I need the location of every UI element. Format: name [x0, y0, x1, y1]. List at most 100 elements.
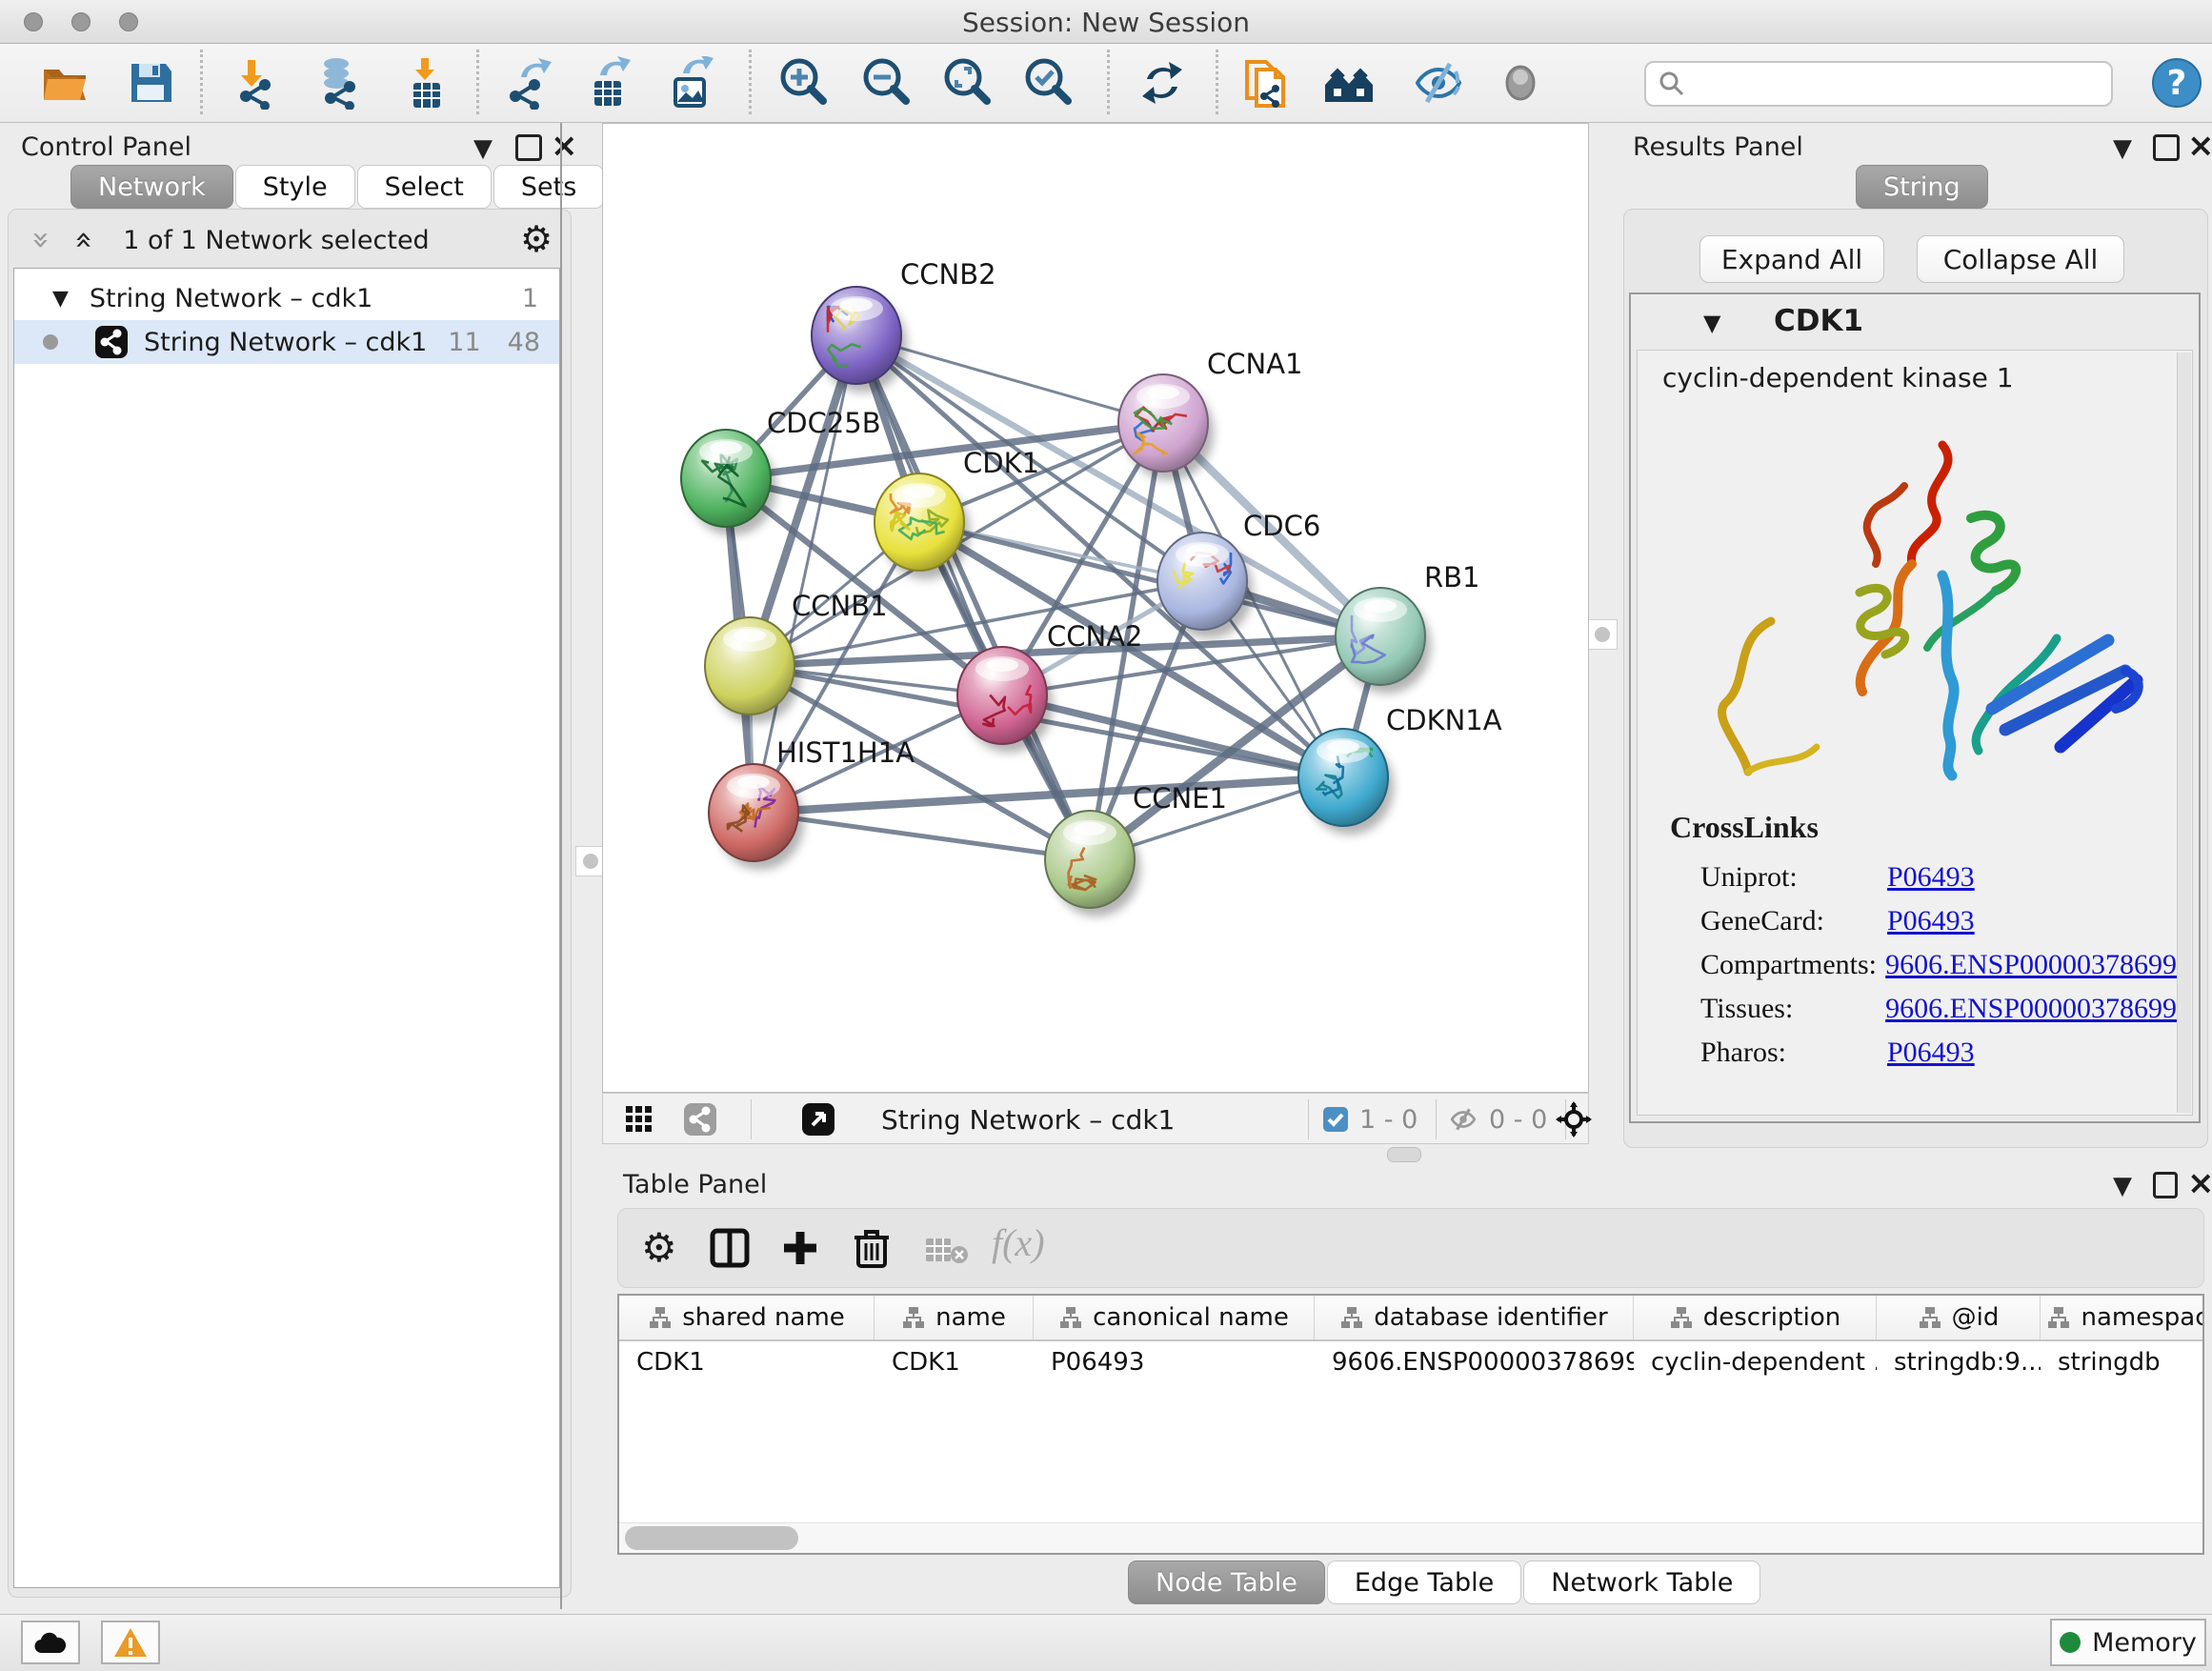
node-cdk1[interactable] [875, 473, 970, 579]
export-network-icon[interactable] [501, 53, 556, 112]
network-canvas[interactable]: CCNB2CCNA1CDC25BCDK1CDC6RB1CCNB1CCNA2CDK… [602, 123, 1589, 1093]
clear-table-icon[interactable] [925, 1236, 969, 1264]
table-row[interactable]: CDK1CDK1P064939606.ENSP00000378699cyclin… [619, 1341, 2202, 1383]
protein-structure-image [1657, 412, 2175, 793]
memory-button[interactable]: Memory [2050, 1619, 2206, 1666]
table-hscrollbar-thumb[interactable] [625, 1526, 798, 1550]
warning-button[interactable] [101, 1621, 160, 1664]
crosslink-value-link[interactable]: P06493 [1887, 905, 1975, 937]
tab-network-table[interactable]: Network Table [1523, 1560, 1760, 1604]
crosslink-value-link[interactable]: 9606.ENSP00000378699 [1885, 993, 2177, 1025]
selected-checkbox-icon[interactable] [1322, 1106, 1349, 1133]
column-header-description[interactable]: description [1634, 1296, 1877, 1339]
tab-select[interactable]: Select [357, 165, 492, 209]
column-header-name[interactable]: name [875, 1296, 1034, 1339]
column-header--id[interactable]: @id [1877, 1296, 2041, 1339]
node-ccna2[interactable] [957, 647, 1053, 753]
toolbar-divider [1107, 50, 1110, 114]
refresh-layout-icon[interactable] [1135, 53, 1190, 112]
table-panel-title: Table Panel [623, 1170, 767, 1199]
import-network-file-icon[interactable] [230, 53, 285, 112]
node-ccna1[interactable] [1118, 374, 1214, 480]
right-splitter-handle[interactable] [1587, 619, 1618, 650]
node-label: HIST1H1A [776, 736, 915, 769]
column-header-canonical-name[interactable]: canonical name [1034, 1296, 1315, 1339]
import-table-icon[interactable] [399, 53, 454, 112]
network-row[interactable]: String Network – cdk1 11 48 [14, 320, 559, 364]
gene-details: cyclin-dependent kinase 1 [1637, 350, 2193, 1116]
crosslink-label: Pharos: [1700, 1037, 1887, 1069]
zoom-out-icon[interactable] [858, 53, 914, 112]
node-ccnb1[interactable] [705, 617, 800, 723]
birdseye-view-icon[interactable] [801, 1102, 835, 1137]
tab-node-table[interactable]: Node Table [1128, 1560, 1325, 1604]
crosslink-value-link[interactable]: P06493 [1887, 1037, 1975, 1069]
cloud-button[interactable] [21, 1621, 80, 1664]
table-panel: Table Panel ▼ × ⚙ f(x) shared namenameca… [610, 1157, 2212, 1614]
grid-view-icon[interactable] [624, 1104, 654, 1135]
help-icon[interactable]: ? [2149, 53, 2204, 112]
expand-all-button[interactable]: Expand All [1699, 235, 1884, 283]
hide-selected-icon[interactable] [1411, 53, 1466, 112]
import-network-database-icon[interactable] [311, 53, 366, 112]
column-header-namespace[interactable]: namespace [2041, 1296, 2204, 1339]
collapse-all-button[interactable]: Collapse All [1917, 235, 2124, 283]
zoom-fit-icon[interactable] [939, 53, 995, 112]
table-settings-gear-icon[interactable]: ⚙ [641, 1224, 677, 1271]
add-column-icon[interactable] [780, 1228, 820, 1268]
search-field[interactable] [1644, 61, 2113, 107]
open-session-icon[interactable] [37, 53, 92, 112]
crosslink-value-link[interactable]: 9606.ENSP00000378699 [1885, 949, 2177, 981]
panel-menu-caret-icon[interactable]: ▼ [473, 136, 493, 161]
column-header-database-identifier[interactable]: database identifier [1315, 1296, 1634, 1339]
node-cdc25b[interactable] [681, 430, 776, 535]
float-panel-icon[interactable] [2153, 134, 2180, 161]
export-table-icon[interactable] [582, 53, 637, 112]
tab-network[interactable]: Network [70, 165, 233, 209]
node-ccnb2[interactable] [812, 287, 907, 393]
zoom-selected-icon[interactable] [1020, 53, 1076, 112]
clone-network-icon[interactable] [1238, 53, 1294, 112]
close-panel-icon[interactable]: × [2187, 1164, 2212, 1202]
results-panel-title: Results Panel [1633, 132, 1803, 162]
save-session-icon[interactable] [123, 53, 178, 112]
tab-string[interactable]: String [1856, 165, 1988, 209]
network-view-icon[interactable] [683, 1102, 717, 1137]
column-header-shared-name[interactable]: shared name [619, 1296, 875, 1339]
close-panel-icon[interactable]: × [2187, 127, 2212, 165]
export-image-icon[interactable] [663, 53, 718, 112]
section-collapse-caret-icon[interactable]: ▼ [1703, 310, 1720, 336]
panel-menu-caret-icon[interactable]: ▼ [2113, 1174, 2132, 1198]
view-toolbar-divider [1436, 1099, 1437, 1139]
node-cdkn1a[interactable] [1298, 729, 1394, 835]
tab-edge-table[interactable]: Edge Table [1327, 1560, 1521, 1604]
node-hist1h1a[interactable] [709, 764, 804, 870]
search-input[interactable] [1686, 69, 2100, 99]
crosslink-label: Compartments: [1700, 949, 1885, 981]
zoom-in-icon[interactable] [775, 53, 831, 112]
tree-expand-caret-icon[interactable]: ▼ [52, 287, 69, 311]
tab-sets[interactable]: Sets [493, 165, 604, 209]
first-neighbors-icon[interactable] [1321, 53, 1377, 112]
node-count: 11 [448, 328, 480, 357]
network-selection-status: 1 of 1 Network selected [57, 226, 495, 255]
tab-style[interactable]: Style [235, 165, 355, 209]
network-collection-row[interactable]: ▼ String Network – cdk1 1 [14, 276, 559, 320]
show-all-icon[interactable] [1493, 53, 1548, 112]
panel-menu-caret-icon[interactable]: ▼ [2113, 136, 2132, 161]
function-builder-icon[interactable]: f(x) [992, 1220, 1045, 1265]
close-panel-icon[interactable]: × [551, 127, 578, 165]
pan-crosshair-icon[interactable] [1556, 1101, 1592, 1137]
edge[interactable] [856, 335, 1090, 859]
float-panel-icon[interactable] [515, 134, 542, 161]
show-columns-icon[interactable] [710, 1228, 750, 1268]
application-window: Session: New Session [0, 0, 2212, 1671]
network-options-gear-icon[interactable]: ⚙ [520, 218, 553, 260]
edge[interactable] [754, 813, 1090, 859]
node-rb1[interactable] [1336, 588, 1431, 694]
delete-column-icon[interactable] [851, 1226, 893, 1270]
results-scrollbar[interactable] [2177, 352, 2191, 1113]
crosslink-value-link[interactable]: P06493 [1887, 861, 1975, 894]
float-panel-icon[interactable] [2153, 1172, 2178, 1198]
collapse-all-networks-icon[interactable]: » [24, 231, 60, 250]
